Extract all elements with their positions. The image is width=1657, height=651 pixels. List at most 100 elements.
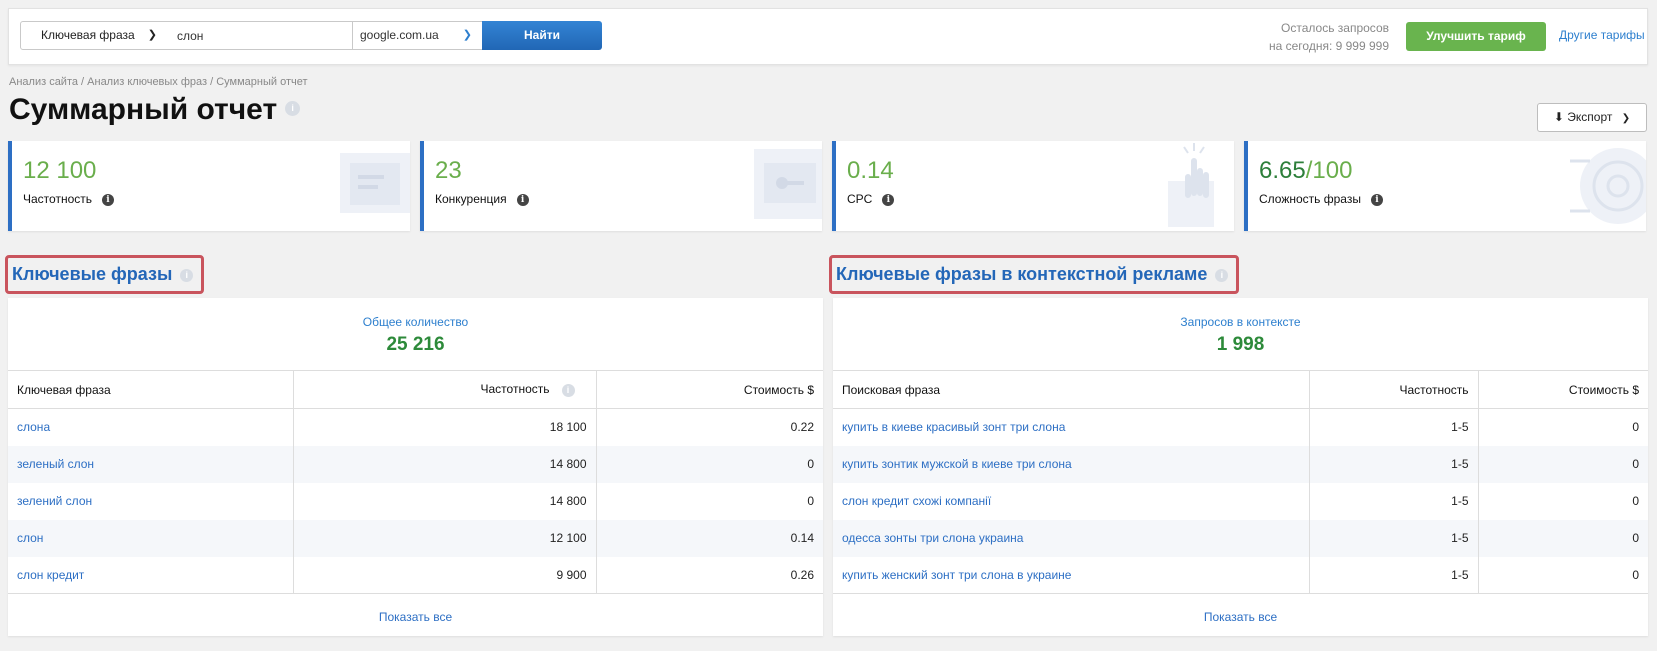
export-button[interactable]: ⬇ Экспорт ❯: [1537, 103, 1647, 132]
metric-value-main: 6.65: [1259, 157, 1306, 184]
phrase-cell: купить женский зонт три слона в украине: [833, 556, 1309, 594]
context-heading-text[interactable]: Ключевые фразы в контекстной рекламе: [836, 264, 1207, 284]
info-icon[interactable]: i: [180, 268, 194, 282]
phrase-link[interactable]: слон: [17, 531, 43, 545]
chevron-down-icon: ❯: [1621, 113, 1631, 124]
metric-value: 0.14: [847, 157, 894, 184]
total-value: 1 998: [1216, 334, 1265, 355]
phrase-cell: купить в киеве красивый зонт три слона: [833, 409, 1309, 446]
metric-label-text: Сложность фразы: [1259, 192, 1361, 206]
cost-cell: 0: [1477, 408, 1648, 446]
phrase-cell: слона: [8, 409, 293, 446]
total-value: 25 216: [386, 334, 445, 355]
phrase-link[interactable]: купить зонтик мужской в киеве три слона: [842, 457, 1072, 471]
target-illustration-icon: [1570, 148, 1646, 224]
context-keywords-table: Поисковая фраза Частотность Стоимость $ …: [833, 370, 1648, 594]
cost-cell: 0: [595, 482, 823, 520]
table-row: слон кредит схожі компанії 1-5 0: [833, 482, 1648, 520]
metric-label: CPC i: [847, 192, 895, 206]
table-row: зелений слон 14 800 0: [8, 482, 823, 520]
upgrade-plan-button[interactable]: Улучшить тариф: [1406, 22, 1546, 51]
column-header[interactable]: Частотность: [1308, 370, 1478, 409]
context-keywords-heading: Ключевые фразы в контекстной рекламе i: [829, 255, 1240, 294]
table-row: одесса зонты три слона украина 1-5 0: [833, 519, 1648, 557]
info-icon[interactable]: i: [285, 100, 301, 116]
table-row: слон 12 100 0.14: [8, 519, 823, 557]
chevron-down-icon: ❯: [462, 29, 472, 41]
phrase-cell: слон: [8, 519, 293, 557]
phrase-link[interactable]: слон кредит: [17, 568, 84, 582]
phrase-link[interactable]: купить женский зонт три слона в украине: [842, 568, 1071, 582]
phrase-cell: одесса зонты три слона украина: [833, 519, 1309, 557]
show-all-link[interactable]: Показать все: [8, 610, 823, 624]
column-header[interactable]: Поисковая фраза: [833, 370, 1309, 409]
info-icon[interactable]: i: [102, 193, 114, 206]
table-row: купить женский зонт три слона в украине …: [833, 556, 1648, 594]
context-keywords-panel: Запросов в контексте 1 998 Поисковая фра…: [833, 298, 1648, 636]
phrase-link[interactable]: зелений слон: [17, 494, 92, 508]
metric-value: 23: [435, 157, 462, 184]
phrase-link[interactable]: слон кредит схожі компанії: [842, 494, 991, 508]
keywords-heading-text[interactable]: Ключевые фразы: [12, 264, 172, 284]
freq-cell: 1-5: [1308, 445, 1478, 483]
keywords-panel: Общее количество 25 216 Ключевая фраза Ч…: [8, 298, 823, 636]
show-all-link[interactable]: Показать все: [833, 610, 1648, 624]
phrase-link[interactable]: слона: [17, 420, 50, 434]
metric-value-suffix: /100: [1305, 157, 1353, 184]
cost-cell: 0.14: [595, 519, 823, 557]
freq-cell: 14 800: [292, 445, 596, 483]
info-icon[interactable]: i: [1215, 268, 1229, 282]
metric-value: 12 100: [23, 157, 97, 184]
metric-card-competition: 23 Конкуренция i: [420, 141, 822, 231]
page-title-text: Суммарный отчет: [9, 93, 278, 126]
total-label: Запросов в контексте: [1180, 315, 1301, 329]
search-type-label: Ключевая фраза: [41, 28, 135, 42]
table-row: купить зонтик мужской в киеве три слона …: [833, 445, 1648, 483]
column-header-text: Частотность: [480, 382, 550, 397]
info-icon[interactable]: i: [561, 383, 575, 397]
freq-cell: 9 900: [292, 556, 596, 594]
column-header[interactable]: Стоимость $: [595, 370, 823, 409]
metric-label-text: Частотность: [23, 192, 92, 206]
click-hand-illustration-icon: [1168, 143, 1214, 227]
column-header[interactable]: Стоимость $: [1477, 370, 1648, 409]
metric-card-cpc: 0.14 CPC i: [832, 141, 1234, 231]
limit-line-1: Осталось запросов: [1281, 21, 1389, 35]
column-header[interactable]: Частотность i: [292, 370, 596, 409]
search-type-select[interactable]: Ключевая фраза ❯: [20, 21, 168, 50]
info-icon[interactable]: i: [1370, 193, 1383, 206]
download-icon: ⬇: [1553, 110, 1564, 124]
find-button[interactable]: Найти: [482, 21, 602, 50]
phrase-cell: слон кредит схожі компанії: [833, 483, 1309, 520]
info-icon[interactable]: i: [882, 193, 895, 206]
phrase-link[interactable]: купить в киеве красивый зонт три слона: [842, 420, 1065, 434]
column-header[interactable]: Ключевая фраза: [8, 370, 293, 409]
cost-cell: 0: [595, 445, 823, 483]
other-plans-link[interactable]: Другие тарифы: [1559, 28, 1645, 42]
cost-cell: 0.22: [595, 408, 823, 446]
freq-cell: 12 100: [292, 519, 596, 557]
document-illustration-icon: [340, 153, 410, 213]
search-input[interactable]: [167, 21, 353, 50]
freq-cell: 1-5: [1308, 556, 1478, 594]
chevron-down-icon: ❯: [147, 29, 157, 41]
cost-cell: 0: [1477, 445, 1648, 483]
info-icon[interactable]: i: [516, 193, 529, 206]
cost-cell: 0.26: [595, 556, 823, 594]
search-bar: Ключевая фраза ❯ google.com.ua ❯ Найти О…: [8, 8, 1648, 65]
freq-cell: 1-5: [1308, 519, 1478, 557]
table-header: Ключевая фраза Частотность i Стоимость $: [8, 370, 823, 409]
metric-label: Частотность i: [23, 192, 114, 206]
search-engine-select[interactable]: google.com.ua ❯: [352, 21, 483, 50]
phrase-link[interactable]: зеленый слон: [17, 457, 94, 471]
metric-card-difficulty: 6.65/100 Сложность фразы i: [1244, 141, 1646, 231]
metric-label: Сложность фразы i: [1259, 192, 1383, 206]
phrase-cell: слон кредит: [8, 556, 293, 594]
metric-value: 6.65/100: [1259, 157, 1352, 185]
phrase-link[interactable]: одесса зонты три слона украина: [842, 531, 1023, 545]
breadcrumb: Анализ сайта / Анализ ключевых фраз / Су…: [9, 76, 308, 88]
cost-cell: 0: [1477, 556, 1648, 594]
limit-line-2: на сегодня: 9 999 999: [1268, 39, 1389, 53]
table-row: зеленый слон 14 800 0: [8, 445, 823, 483]
phrase-cell: зелений слон: [8, 483, 293, 520]
